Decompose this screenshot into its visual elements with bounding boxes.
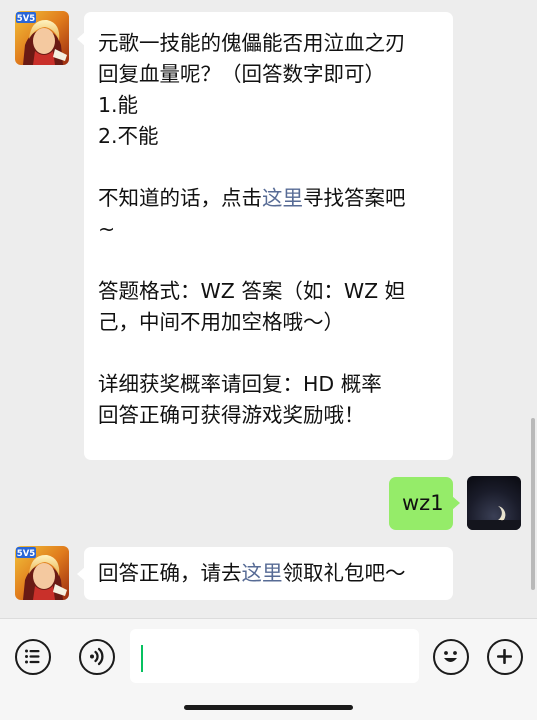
message-line: 1.能 [98, 93, 139, 117]
message-text: 领取礼包吧～ [282, 561, 406, 585]
sent-message-text: wz1 [402, 491, 444, 515]
message-line: 答题格式：WZ 答案（如：WZ 妲 [98, 279, 406, 303]
voice-icon [90, 647, 104, 666]
game-avatar[interactable]: 5V5 [15, 11, 69, 65]
more-button[interactable] [487, 639, 523, 675]
emoji-button[interactable] [433, 639, 469, 675]
chat-area[interactable]: 5V5 元歌一技能的傀儡能否用泣血之刃 回复血量呢？（回答数字即可） 1.能 2… [0, 0, 537, 618]
answer-link[interactable]: 这里 [262, 186, 303, 210]
message-text: 回答正确，请去 [98, 561, 242, 585]
input-bar [0, 618, 537, 720]
message-line: 回答正确，请去这里领取礼包吧～ [98, 558, 439, 589]
voice-button[interactable] [79, 639, 115, 675]
menu-button[interactable] [15, 639, 51, 675]
text-caret [141, 645, 143, 672]
moon-night-icon [467, 476, 521, 530]
menu-icon [25, 649, 40, 664]
hero-portrait-icon: 5V5 [15, 546, 69, 600]
message-input[interactable] [130, 629, 419, 683]
message-line: 回答正确可获得游戏奖励哦！ [98, 403, 365, 427]
game-avatar[interactable]: 5V5 [15, 546, 69, 600]
message-line: 回复血量呢？（回答数字即可） [98, 62, 385, 86]
message-line: 不知道的话，点击这里寻找答案吧 [98, 183, 439, 214]
message-line: 元歌一技能的傀儡能否用泣血之刃 [98, 31, 406, 55]
user-avatar[interactable] [467, 476, 521, 530]
gift-link[interactable]: 这里 [242, 561, 283, 585]
message-text: 不知道的话，点击 [98, 186, 262, 210]
emoji-icon [444, 651, 457, 662]
scrollbar-thumb[interactable] [531, 418, 535, 590]
svg-text:5V5: 5V5 [17, 549, 35, 559]
message-line: ~ [98, 217, 116, 241]
message-line: 详细获奖概率请回复：HD 概率 [98, 372, 382, 396]
home-indicator[interactable] [184, 705, 353, 710]
message-bubble[interactable]: 元歌一技能的傀儡能否用泣血之刃 回复血量呢？（回答数字即可） 1.能 2.不能 … [77, 12, 453, 460]
message-bubble[interactable]: 回答正确，请去这里领取礼包吧～ [77, 547, 453, 600]
hero-portrait-icon: 5V5 [15, 11, 69, 65]
message-line: 己，中间不用加空格哦～） [98, 310, 344, 334]
message-line: 2.不能 [98, 124, 159, 148]
plus-icon [497, 649, 512, 664]
message-text: 寻找答案吧 [303, 186, 406, 210]
svg-text:5V5: 5V5 [17, 14, 35, 24]
sent-message-bubble[interactable]: wz1 [389, 477, 460, 530]
